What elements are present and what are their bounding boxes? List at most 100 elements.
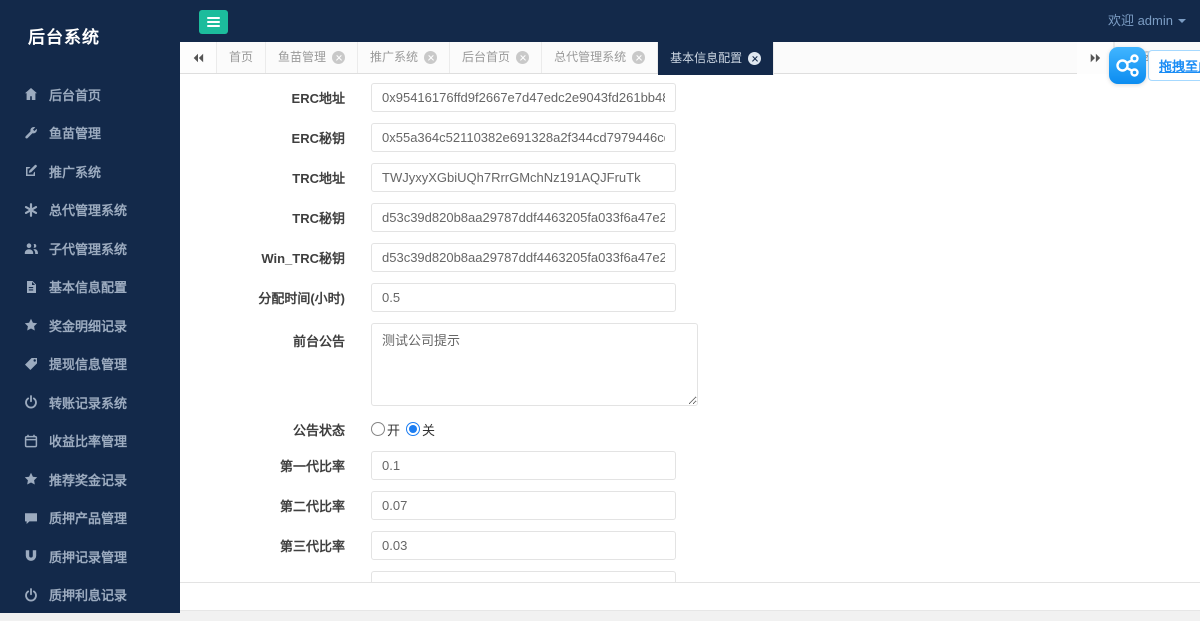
sidebar-item-backend-home[interactable]: 后台首页 [0,75,180,114]
front-announcement-textarea[interactable]: 测试公司提示 [371,323,698,406]
trc-secret-label: TRC秘钥 [292,211,345,226]
tab-label: 后台首页 [462,50,511,64]
form-row: ERC地址 [180,83,1200,112]
wrench-icon [24,126,38,140]
main-area: 欢迎 admin 首页 鱼苗管理 推广系统 后台首页 总代管理系统 基本信息配置… [180,0,1200,610]
second-gen-rate-input[interactable] [371,491,676,520]
double-chevron-right-icon [1089,52,1101,64]
tab-backend-home[interactable]: 后台首页 [450,42,543,73]
radio-on[interactable] [371,422,385,436]
page-footer-strip [0,610,1200,621]
form-row: 分配时间(小时) [180,283,1200,312]
sidebar-item-referral-bonus-records[interactable]: 推荐奖金记录 [0,460,180,499]
radio-off-label[interactable]: 关 [422,420,435,439]
form-row: TRC地址 [180,163,1200,192]
close-tab-icon[interactable] [748,52,762,65]
second-gen-rate-label: 第二代比率 [279,499,345,514]
sidebar-item-yield-rate-management[interactable]: 收益比率管理 [0,422,180,461]
sidebar-item-label: 收益比率管理 [49,434,128,450]
tab-home[interactable]: 首页 [217,42,267,73]
sidebar-item-general-agent-system[interactable]: 总代管理系统 [0,191,180,230]
erc-address-label: ERC地址 [291,91,345,106]
tab-bar: 首页 鱼苗管理 推广系统 后台首页 总代管理系统 基本信息配置 [180,42,1200,75]
sidebar-item-label: 推荐奖金记录 [49,472,128,488]
sidebar-item-label: 转账记录系统 [49,395,128,411]
form-row [180,571,1200,582]
sidebar-item-pledge-interest-records[interactable]: 质押利息记录 [0,576,180,615]
tab-fry-management[interactable]: 鱼苗管理 [266,42,359,73]
announcement-status-label: 公告状态 [292,422,345,438]
tab-general-agent-system[interactable]: 总代管理系统 [542,42,659,73]
file-icon [24,280,38,294]
star-icon [24,318,38,332]
welcome-text: 欢迎 admin [1107,13,1173,28]
sidebar-item-label: 基本信息配置 [49,280,128,296]
sidebar-item-withdrawal-info[interactable]: 提现信息管理 [0,345,180,384]
allocation-time-input[interactable] [371,283,676,312]
front-announcement-label: 前台公告 [292,334,345,349]
upload-widget: 拖拽至此上传 [1109,47,1200,84]
sidebar-item-label: 提现信息管理 [49,357,128,373]
sidebar-item-label: 子代管理系统 [49,241,128,257]
trc-secret-input[interactable] [371,203,676,232]
sidebar-item-bonus-detail-records[interactable]: 奖金明细记录 [0,306,180,345]
basic-info-form: ERC地址 ERC秘钥 TRC地址 TRC秘钥 Win_TRC秘钥 [180,74,1200,583]
win-trc-secret-label: Win_TRC秘钥 [261,251,345,266]
sidebar-item-fry-management[interactable]: 鱼苗管理 [0,114,180,153]
sidebar-item-pledge-record-management[interactable]: 质押记录管理 [0,537,180,576]
form-row: 公告状态 开 关 [180,417,1200,441]
app-title: 后台系统 [28,28,100,47]
radio-off[interactable] [406,422,421,436]
close-tab-icon[interactable] [424,51,438,64]
close-tab-icon[interactable] [516,51,530,64]
sidebar-toggle-button[interactable] [199,10,228,34]
announcement-status-radio-group: 开 关 [371,420,441,439]
first-gen-rate-label: 第一代比率 [279,459,345,474]
erc-secret-input[interactable] [371,123,676,152]
trc-address-input[interactable] [371,163,676,192]
edit-icon [24,164,38,178]
sidebar-item-label: 质押产品管理 [49,511,128,527]
sidebar-item-pledge-product-management[interactable]: 质押产品管理 [0,499,180,538]
sidebar-item-basic-info-config[interactable]: 基本信息配置 [0,268,180,307]
third-gen-rate-label: 第三代比率 [279,539,345,554]
win-trc-secret-input[interactable] [371,243,676,272]
chevron-down-icon [1178,19,1186,23]
form-row: 第三代比率 [180,531,1200,560]
power-icon [24,588,38,602]
form-row: 前台公告 测试公司提示 [180,323,1200,406]
power-icon [24,395,38,409]
first-gen-rate-input[interactable] [371,451,676,480]
asterisk-icon [24,203,38,217]
form-row: Win_TRC秘钥 [180,243,1200,272]
radio-on-label[interactable]: 开 [387,420,400,439]
third-gen-rate-input[interactable] [371,531,676,560]
sidebar-item-label: 奖金明细记录 [49,318,128,334]
tabs-scroll-left-button[interactable] [180,42,217,73]
allocation-time-label: 分配时间(小时) [258,291,345,306]
star-icon [24,472,38,486]
trc-address-label: TRC地址 [292,171,345,186]
form-row: 第一代比率 [180,451,1200,480]
sidebar-item-promotion-system[interactable]: 推广系统 [0,152,180,191]
sidebar-item-label: 质押记录管理 [49,549,128,565]
drag-upload-tooltip: 拖拽至此上传 [1148,50,1200,81]
cloud-share-icon[interactable] [1109,47,1146,84]
sidebar-item-transfer-records[interactable]: 转账记录系统 [0,383,180,422]
close-tab-icon[interactable] [632,51,646,64]
tag-icon [24,357,38,371]
sidebar-item-sub-agent-system[interactable]: 子代管理系统 [0,229,180,268]
clipped-field-input[interactable] [371,571,676,582]
sidebar-item-label: 鱼苗管理 [49,126,102,142]
home-icon [24,87,38,101]
hamburger-icon [207,17,220,19]
magnet-icon [24,549,38,563]
tab-promotion-system[interactable]: 推广系统 [358,42,451,73]
users-icon [24,241,38,255]
close-tab-icon[interactable] [332,51,346,64]
tab-label: 推广系统 [370,50,419,64]
comment-icon [24,511,38,525]
tab-basic-info-config[interactable]: 基本信息配置 [658,42,775,75]
user-menu[interactable]: 欢迎 admin [1108,0,1186,42]
erc-address-input[interactable] [371,83,676,112]
